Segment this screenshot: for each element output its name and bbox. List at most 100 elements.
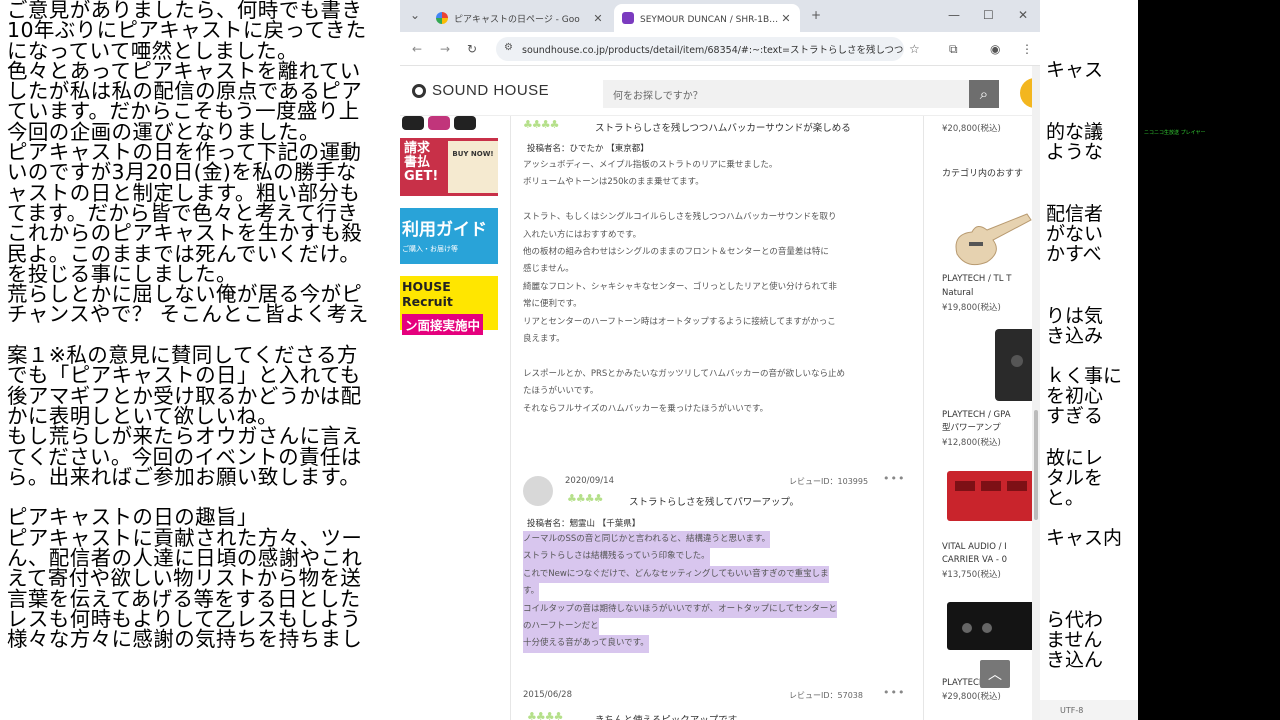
review-line: レスポールとか、PRSとかみたいなガッツリしてハムバッカーの音が欲しいなら止め (523, 368, 846, 379)
product-name-line2: CARRIER VA - 0 (942, 555, 1008, 565)
tab-search-icon[interactable]: ⌄ (410, 8, 420, 22)
overlay-text-line: 民よ。このままでは死んでいくだけ。 (7, 241, 361, 266)
profile-icon[interactable]: ◉ (990, 42, 1000, 56)
more-options-icon[interactable]: ••• (883, 686, 905, 699)
product-price: ¥29,800(税込) (942, 692, 1001, 702)
overlay-text-line: を初心 (1046, 385, 1104, 407)
category-heading: カテゴリ内のおすす (942, 169, 1024, 179)
review-line: ノーマルのSSの音と同じかと言われると、結構違うと思います。 (523, 531, 771, 549)
review-line: それならフルサイズのハムバッカーを乗っけたほうがいいです。 (523, 403, 769, 414)
window-close-icon[interactable]: ✕ (1018, 8, 1028, 22)
overlay-text-line: すぎる (1046, 405, 1104, 427)
search-icon: ⌕ (979, 85, 989, 103)
site-search-input[interactable]: 何をお探しですか？ (603, 80, 999, 108)
dark-side-panel: ニコニコ生放送 プレイヤー (1138, 0, 1280, 720)
left-overlay-text: ご意見がありましたら、何時でも書き 10年ぶりにピアキャストに戻ってきた になってい… (0, 0, 400, 720)
tiktok-icon[interactable] (454, 116, 476, 130)
review-line: ストラトらしさは結構残るっていう印象でした。 (523, 548, 710, 566)
overlay-text-line: もし荒らしが来たらオウガさんに言え (7, 424, 363, 449)
close-tab-icon[interactable]: ✕ (780, 12, 792, 25)
review-body: アッシュボディー、メイプル指板のストラトのリアに乗せました。 ボリュームやトーン… (523, 157, 913, 418)
guitar-product-image[interactable] (947, 204, 1037, 274)
tab-peercast-day[interactable]: ピアキャストの日ページ - Goo ✕ (428, 4, 612, 32)
x-icon[interactable] (402, 116, 424, 130)
instagram-icon[interactable] (428, 116, 450, 130)
avatar (523, 476, 553, 506)
reviews-list: ♣♣♣♣ ストラトらしさを残しつつハムバッカーサウンドが楽しめる 投稿者名：ひで… (510, 116, 924, 720)
browser-window: ⌄ ピアキャストの日ページ - Goo ✕ SEYMOUR DUNCAN / S… (400, 0, 1040, 720)
extensions-icon[interactable]: ⧉ (949, 42, 958, 57)
address-bar: ← → ↻ ⚙ soundhouse.co.jp/products/detail… (400, 32, 1040, 66)
review-line: リアとセンターのハーフトーン時はオートタップするように接続してますがかっこ (523, 316, 836, 327)
bookmark-star-icon[interactable]: ☆ (909, 42, 920, 56)
close-tab-icon[interactable]: ✕ (592, 12, 604, 25)
pedal-product-image[interactable] (947, 466, 1037, 526)
scrollbar-thumb[interactable] (1034, 410, 1038, 520)
overlay-text-line: でも「ピアキャストの日」と入れても (7, 363, 361, 388)
menu-icon[interactable]: ⋮ (1021, 42, 1033, 56)
site-info-icon[interactable]: ⚙ (504, 42, 513, 53)
review-line: 綺麗なフロント、シャキシャキなセンター、ゴリっとしたリアと使い分けられて非 (523, 281, 837, 292)
invoice-banner[interactable]: 請求 書払 GET! BUY NOW! (400, 138, 498, 196)
overlay-text-line: タルを (1046, 467, 1104, 489)
review-title: きちんと使えるピックアップです (595, 712, 737, 720)
product-name[interactable]: VITAL AUDIO / I (942, 540, 1007, 554)
product-name[interactable]: PLAYTECH / TL T (942, 272, 1011, 286)
invoice-banner-image: BUY NOW! (448, 141, 498, 193)
product-price: ¥12,800(税込) (942, 438, 1001, 448)
overlay-text-line: 言葉を伝えてあげる等をする日とした (7, 586, 361, 611)
tab-title: ピアキャストの日ページ - Goo (454, 14, 580, 25)
amp-product-image[interactable] (947, 321, 1037, 401)
overlay-text-line: ｋく事に (1046, 365, 1123, 387)
review-line (523, 348, 913, 365)
overlay-text-line: がない (1046, 223, 1104, 245)
overlay-text-line: キャス (1046, 59, 1104, 81)
chevron-up-icon: ︿ (988, 667, 1002, 683)
url-field[interactable]: ⚙ soundhouse.co.jp/products/detail/item/… (496, 37, 904, 61)
scrollbar-track[interactable] (1032, 66, 1040, 720)
guide-banner-subtext: ご購入・お届け等 (402, 245, 458, 253)
review-line: 入れたい方にはおすすめです。 (523, 229, 642, 240)
search-placeholder: 何をお探しですか？ (613, 90, 703, 102)
back-to-top-button[interactable]: ︿ (980, 660, 1010, 688)
guide-banner[interactable]: 利用ガイド ご購入・お届け等 (400, 208, 498, 264)
more-options-icon[interactable]: ••• (883, 472, 905, 485)
product-name-line2: Natural (942, 288, 974, 298)
new-tab-button[interactable]: + (811, 8, 821, 22)
tab-soundhouse[interactable]: SEYMOUR DUNCAN / SHR-1B ピアキャ ✕ (614, 4, 800, 32)
review-line: たほうがいいです。 (523, 386, 599, 397)
review-line: 常に便利です。 (523, 299, 582, 310)
review-date: 2015/06/28 (523, 690, 572, 700)
overlay-text-line: 的な議 (1046, 121, 1104, 143)
overlay-text-line: 色々とあってピアキャストを離れてい (7, 58, 361, 83)
overlay-text-line: を投じる事にしました。 (7, 261, 237, 286)
overlay-text-line: レスも何時もよりして乙レスもしよう (7, 606, 362, 631)
recruit-banner-text: HOUSE Recruit (402, 279, 453, 309)
review-line: アッシュボディー、メイプル指板のストラトのリアに乗せました。 (523, 160, 778, 170)
poweramp-product-image[interactable] (947, 596, 1037, 656)
overlay-text-line: りは気 (1046, 305, 1104, 327)
overlay-text-line: てます。だから皆で色々と考えて行き (7, 200, 359, 225)
soundhouse-logo[interactable]: SOUND HOUSE (412, 82, 549, 99)
overlay-text-line: と。 (1046, 487, 1085, 509)
logo-mark-icon (412, 83, 426, 98)
search-button[interactable]: ⌕ (969, 80, 999, 108)
recommended-sidebar: ¥20,800(税込) カテゴリ内のおすす PLAYTECH / TL T Na… (935, 116, 1040, 720)
forward-icon[interactable]: → (440, 42, 450, 56)
back-icon[interactable]: ← (412, 42, 422, 56)
overlay-text-line: ピアキャストの日を作って下記の運動 (7, 140, 362, 165)
overlay-text-line: 後アマギフとか受け取るかどうかは配 (7, 383, 362, 408)
overlay-text-line: ピアキャストに貢献された方々、ツー (7, 525, 363, 550)
reload-icon[interactable]: ↻ (467, 42, 477, 56)
review-body-highlighted: ノーマルのSSの音と同じかと言われると、結構違うと思います。 ストラトらしさは結… (523, 531, 913, 653)
minimize-icon[interactable]: — (948, 8, 960, 22)
overlay-text-line: 配信者 (1046, 203, 1104, 225)
overlay-text-line: ャストの日と制定します。粗い部分も (7, 180, 361, 205)
overlay-text-line: ています。だからこそもう一度盛り上 (7, 99, 360, 124)
review-line (523, 192, 913, 209)
review-poster: 投稿者名：ひでたか 【東京都】 (527, 144, 649, 154)
overlay-text-line: これからのピアキャストを生かすも殺 (7, 221, 363, 246)
recruit-banner[interactable]: HOUSE Recruit ン面接実施中 (400, 276, 498, 335)
product-name[interactable]: PLAYTECH / GPA (942, 408, 1011, 422)
maximize-icon[interactable]: ☐ (983, 8, 994, 22)
